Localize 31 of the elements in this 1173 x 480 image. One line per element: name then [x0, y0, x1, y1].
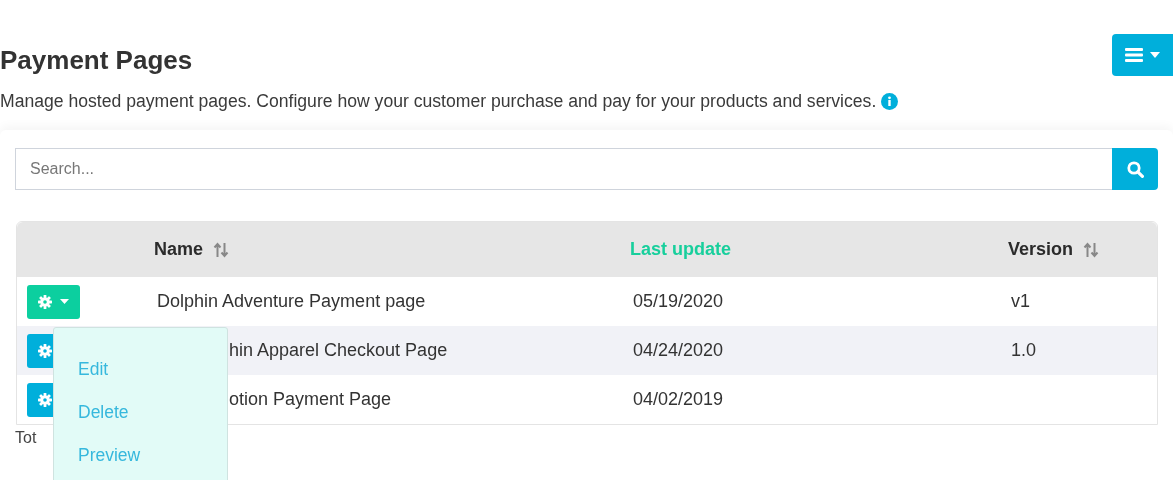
actions-button[interactable]	[27, 284, 80, 319]
sort-icon[interactable]	[213, 241, 230, 258]
table-cell: hin Apparel Checkout Page	[229, 340, 448, 360]
menu-item[interactable]: Delete	[54, 400, 227, 424]
menu-icon	[1125, 48, 1143, 62]
total-count: Tot	[15, 429, 38, 447]
page-description: Manage hosted payment pages. Configure how your customer purchase and pay for your products and services.	[0, 90, 877, 112]
table-cell: 1.0	[1011, 340, 1037, 360]
column-header[interactable]: Last update	[630, 239, 731, 260]
page-title: Payment Pages	[0, 45, 193, 76]
table-cell: 04/02/2019	[633, 389, 724, 409]
table-cell: 05/19/2020	[633, 291, 724, 311]
gear-icon	[38, 294, 52, 309]
search-field[interactable]: Search...	[15, 148, 1112, 190]
menu-item[interactable]: Preview	[54, 443, 227, 467]
table-cell: Dolphin Adventure Payment page	[157, 291, 426, 311]
table-cell: v1	[1011, 291, 1030, 311]
table-cell: otion Payment Page	[229, 389, 392, 409]
search-button[interactable]	[1112, 148, 1158, 190]
column-header[interactable]: Name	[154, 239, 204, 260]
table-cell: 04/24/2020	[633, 340, 724, 360]
info-icon[interactable]	[881, 92, 899, 110]
search-icon	[1126, 160, 1144, 178]
caret-icon	[1150, 52, 1160, 58]
gear-icon	[38, 392, 52, 407]
gear-icon	[38, 343, 52, 358]
menu-item[interactable]: Edit	[54, 357, 227, 381]
caret-icon	[60, 299, 69, 304]
menu-button[interactable]	[1112, 34, 1173, 76]
sort-icon[interactable]	[1083, 241, 1100, 258]
column-header[interactable]: Version	[1008, 239, 1074, 260]
